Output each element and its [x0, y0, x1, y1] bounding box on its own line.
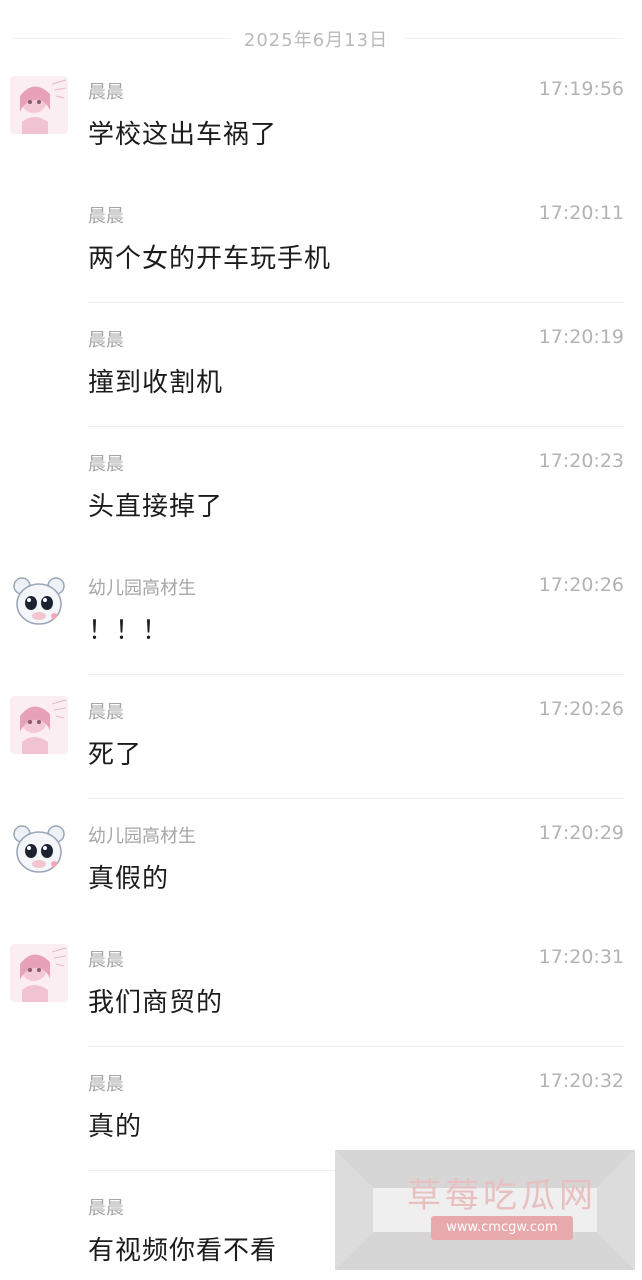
sender-name[interactable]: 晨晨: [88, 1194, 124, 1220]
sender-name[interactable]: 晨晨: [88, 202, 124, 228]
girl-avatar[interactable]: [10, 944, 68, 1002]
sender-name[interactable]: 晨晨: [88, 698, 124, 724]
message-divider: [88, 674, 624, 675]
message-time: 17:20:23: [538, 450, 624, 472]
chat-history-page: 2025年6月13日 晨晨 17:19:56 学校这出车祸了 晨晨 17:20:…: [0, 0, 642, 1280]
message-text[interactable]: ！！！: [88, 610, 169, 647]
message-text[interactable]: 学校这出车祸了: [88, 114, 277, 151]
watermark-title: 草莓吃瓜网: [407, 1176, 597, 1216]
message-time: 17:20:19: [538, 326, 624, 348]
message-time: 17:19:56: [538, 78, 624, 100]
bear-avatar[interactable]: [10, 820, 68, 878]
sender-name[interactable]: 晨晨: [88, 946, 124, 972]
sender-name[interactable]: 晨晨: [88, 78, 124, 104]
watermark-url: www.cmcgw.com: [431, 1216, 573, 1240]
chat-message[interactable]: 晨晨 17:19:56 学校这出车祸了: [0, 76, 642, 200]
sender-name[interactable]: 幼儿园高材生: [88, 822, 196, 848]
sender-name[interactable]: 晨晨: [88, 450, 124, 476]
chat-message[interactable]: 幼儿园高材生 17:20:29 真假的: [0, 820, 642, 944]
chat-message[interactable]: 晨晨 17:20:19 撞到收割机: [0, 324, 642, 448]
message-text[interactable]: 真假的: [88, 858, 169, 895]
date-separator: 2025年6月13日: [0, 20, 642, 56]
chat-message[interactable]: 晨晨 17:20:23 头直接掉了: [0, 448, 642, 572]
sender-name[interactable]: 晨晨: [88, 326, 124, 352]
watermark: 草莓吃瓜网 www.cmcgw.com: [335, 1150, 635, 1270]
message-text[interactable]: 真的: [88, 1106, 142, 1143]
message-text[interactable]: 死了: [88, 734, 142, 771]
message-time: 17:20:26: [538, 574, 624, 596]
message-divider: [88, 1046, 624, 1047]
message-divider: [88, 426, 624, 427]
sender-name[interactable]: 晨晨: [88, 1070, 124, 1096]
separator-line-right: [404, 38, 622, 39]
chat-message[interactable]: 晨晨 17:20:31 我们商贸的: [0, 944, 642, 1068]
bear-avatar[interactable]: [10, 572, 68, 630]
sender-name[interactable]: 幼儿园高材生: [88, 574, 196, 600]
message-time: 17:20:31: [538, 946, 624, 968]
message-divider: [88, 302, 624, 303]
message-text[interactable]: 有视频你看不看: [88, 1230, 277, 1267]
message-text[interactable]: 撞到收割机: [88, 362, 223, 399]
girl-avatar[interactable]: [10, 76, 68, 134]
message-text[interactable]: 两个女的开车玩手机: [88, 238, 331, 275]
message-time: 17:20:32: [538, 1070, 624, 1092]
chat-message[interactable]: 幼儿园高材生 17:20:26 ！！！: [0, 572, 642, 696]
date-label: 2025年6月13日: [243, 30, 389, 51]
message-time: 17:20:11: [538, 202, 624, 224]
girl-avatar[interactable]: [10, 696, 68, 754]
chat-message[interactable]: 晨晨 17:20:11 两个女的开车玩手机: [0, 200, 642, 324]
message-text[interactable]: 头直接掉了: [88, 486, 223, 523]
message-time: 17:20:29: [538, 822, 624, 844]
message-time: 17:20:26: [538, 698, 624, 720]
message-divider: [88, 798, 624, 799]
chat-message[interactable]: 晨晨 17:20:26 死了: [0, 696, 642, 820]
message-text[interactable]: 我们商贸的: [88, 982, 223, 1019]
